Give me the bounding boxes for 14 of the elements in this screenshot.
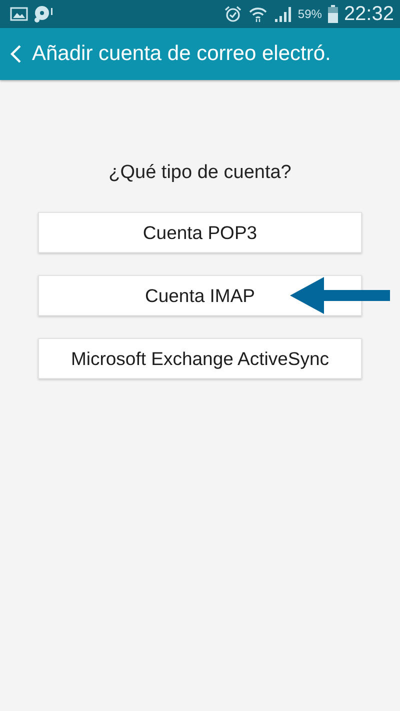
account-type-button[interactable]: Cuenta IMAP (38, 275, 362, 316)
back-icon[interactable] (10, 44, 22, 64)
signal-icon (274, 6, 292, 22)
wifi-icon (248, 5, 268, 23)
gallery-icon (10, 7, 28, 21)
battery-percent: 59% (298, 7, 322, 21)
battery-icon (328, 5, 338, 23)
question-text: ¿Qué tipo de cuenta? (108, 162, 292, 184)
disc-icon (34, 5, 54, 23)
account-type-button[interactable]: Cuenta POP3 (38, 212, 362, 253)
screen-title: Añadir cuenta de correo electró. (32, 42, 331, 66)
account-type-button[interactable]: Microsoft Exchange ActiveSync (38, 338, 362, 379)
clock-time: 22:32 (344, 2, 394, 26)
alarm-icon (224, 5, 242, 23)
